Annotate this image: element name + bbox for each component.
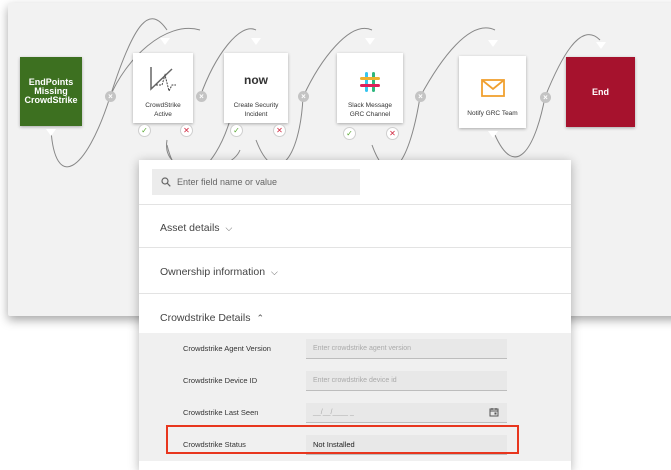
divider — [139, 247, 571, 248]
divider — [139, 293, 571, 294]
crowdstrike-agent-version-input[interactable]: Enter crowdstrike agent version — [306, 339, 507, 359]
node-notify-grc-team[interactable]: Notify GRC Team — [459, 56, 526, 128]
asset-details-panel: Enter field name or value Asset details … — [139, 160, 571, 470]
divider — [139, 204, 571, 205]
output-port-icon[interactable] — [46, 129, 56, 136]
chevron-down-icon: ⌵ — [225, 222, 233, 233]
node-label: Slack Message GRC Channel — [347, 102, 393, 118]
envelope-icon — [480, 79, 505, 97]
node-slack-message[interactable]: Slack Message GRC Channel — [337, 53, 403, 123]
success-check-icon[interactable]: ✓ — [138, 124, 151, 137]
node-create-security-incident[interactable]: now Create Security Incident — [224, 53, 288, 123]
field-label: Crowdstrike Device ID — [183, 376, 258, 385]
calendar-icon[interactable] — [489, 407, 499, 417]
workflow-end-node[interactable]: End — [566, 57, 635, 127]
section-title: Asset details — [160, 222, 220, 234]
section-ownership-information[interactable]: Ownership information ⌵ — [139, 254, 571, 290]
node-crowdstrike-active[interactable]: CrowdStrike Active — [133, 53, 193, 123]
success-check-icon[interactable]: ✓ — [343, 127, 356, 140]
remove-connector-icon[interactable]: × — [415, 91, 426, 102]
chevron-up-icon: ⌃ — [256, 312, 264, 323]
start-node-label: EndPoints Missing CrowdStrike — [24, 77, 78, 105]
node-label: Create Security Incident — [233, 102, 279, 118]
section-asset-details[interactable]: Asset details ⌵ — [139, 210, 571, 246]
field-row-device-id: Crowdstrike Device ID Enter crowdstrike … — [139, 365, 571, 397]
failure-cross-icon[interactable]: ✕ — [180, 124, 193, 137]
crowdstrike-device-id-input[interactable]: Enter crowdstrike device id — [306, 371, 507, 391]
node-label: Notify GRC Team — [467, 110, 518, 117]
section-title: Crowdstrike Details — [160, 312, 251, 324]
chevron-down-icon: ⌵ — [271, 266, 278, 277]
input-port-icon[interactable] — [596, 42, 606, 49]
search-placeholder: Enter field name or value — [177, 177, 278, 187]
input-port-icon[interactable] — [251, 38, 261, 45]
slack-logo-icon — [360, 72, 380, 92]
remove-connector-icon[interactable]: × — [105, 91, 116, 102]
status-highlight-box — [166, 425, 519, 454]
remove-connector-icon[interactable]: × — [540, 92, 551, 103]
output-port-icon[interactable] — [488, 131, 498, 138]
section-crowdstrike-details[interactable]: Crowdstrike Details ⌃ — [139, 300, 571, 336]
input-port-icon[interactable] — [488, 40, 498, 47]
input-port-icon[interactable] — [160, 38, 170, 45]
field-row-agent-version: Crowdstrike Agent Version Enter crowdstr… — [139, 333, 571, 365]
node-label: CrowdStrike Active — [145, 102, 181, 118]
input-port-icon[interactable] — [365, 38, 375, 45]
field-label: Crowdstrike Agent Version — [183, 344, 271, 353]
crowdstrike-last-seen-input[interactable]: __/__/____ _ — [306, 403, 507, 423]
failure-cross-icon[interactable]: ✕ — [386, 127, 399, 140]
end-node-label: End — [592, 87, 609, 97]
field-search-box[interactable]: Enter field name or value — [152, 169, 360, 195]
crowdstrike-logo-icon — [150, 67, 176, 93]
date-placeholder: __/__/____ _ — [313, 409, 354, 416]
section-title: Ownership information — [160, 266, 266, 278]
search-icon — [161, 177, 171, 187]
remove-connector-icon[interactable]: × — [196, 91, 207, 102]
workflow-start-node[interactable]: EndPoints Missing CrowdStrike — [20, 57, 82, 126]
servicenow-logo-icon: now — [244, 73, 268, 87]
failure-cross-icon[interactable]: ✕ — [273, 124, 286, 137]
remove-connector-icon[interactable]: × — [298, 91, 309, 102]
success-check-icon[interactable]: ✓ — [230, 124, 243, 137]
